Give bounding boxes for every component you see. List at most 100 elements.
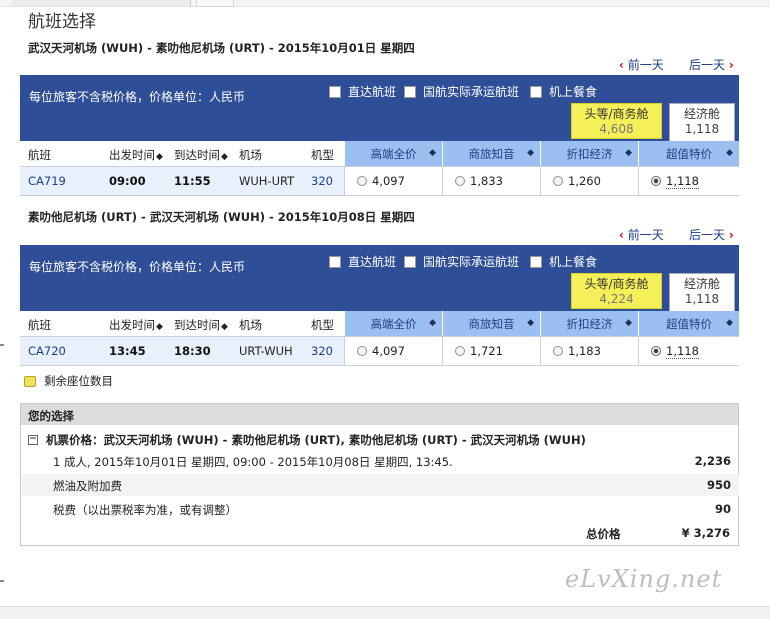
air-china-operated-checkbox[interactable]: 国航实际承运航班 (404, 253, 519, 270)
aircraft-type-link[interactable]: 320 (311, 344, 333, 358)
first-business-cabin-tab[interactable]: 头等/商务舱 4,224 (571, 273, 662, 309)
economy-cabin-tab[interactable]: 经济舱 1,118 (669, 103, 735, 141)
col-arrive-sort[interactable]: 到达时间◆ (174, 147, 228, 163)
col-depart-sort[interactable]: 出发时间◆ (109, 147, 163, 163)
fare-header-discount-economy[interactable]: 折扣经济 ◆ (540, 141, 638, 166)
chevron-right-icon: › (728, 228, 734, 242)
filter-bar: 每位旅客不含税价格，价格单位：人民币 直达航班 国航实际承运航班 机上餐食 头等… (20, 75, 739, 141)
seats-remaining-legend: 剩余座位数目 (24, 373, 113, 389)
col-arrive-sort[interactable]: 到达时间◆ (174, 317, 228, 333)
fare-option-premium-full[interactable]: 4,097 (344, 167, 442, 195)
fare-header-label: 商旅知音 (468, 316, 515, 331)
sort-icon: ◆ (221, 322, 228, 332)
cabin-label: 经济舱 (683, 107, 720, 121)
fare-header-label: 超值特价 (666, 146, 712, 161)
collapse-icon[interactable]: − (28, 435, 38, 445)
sort-icon: ◆ (527, 318, 534, 328)
fare-option-business-traveler[interactable]: 1,833 (442, 167, 540, 195)
fare-option-business-traveler[interactable]: 1,721 (442, 337, 540, 365)
col-arrive-label: 到达时间 (174, 148, 220, 162)
meal-checkbox[interactable]: 机上餐食 (530, 83, 597, 100)
fare-header-label: 商旅知音 (468, 146, 515, 161)
col-depart-label: 出发时间 (109, 318, 155, 332)
table-row: CA720 13:45 18:30 URT-WUH 320 4,097 1,72… (20, 337, 739, 366)
col-depart-label: 出发时间 (109, 148, 155, 162)
radio-icon (455, 176, 465, 186)
cabin-price: 4,608 (599, 122, 634, 136)
air-china-operated-checkbox[interactable]: 国航实际承运航班 (404, 83, 519, 100)
column-header-row: 航班 出发时间◆ 到达时间◆ 机场 机型 高端全价 ◆ 商旅知音 ◆ 折扣经济 ◆ 超… (20, 311, 739, 337)
fare-header-business-traveler[interactable]: 商旅知音 ◆ (442, 311, 540, 336)
radio-selected-icon (651, 176, 661, 186)
sort-icon: ◆ (726, 318, 733, 328)
cabin-price: 1,118 (684, 122, 720, 136)
fare-header-premium-full[interactable]: 高端全价 ◆ (344, 311, 442, 336)
sort-icon: ◆ (726, 148, 733, 158)
browser-tab-bar (0, 0, 770, 7)
browser-tab[interactable] (12, 0, 191, 6)
price-row-label: 1 成人, 2015年10月01日 星期四, 09:00 - 2015年10月0… (53, 455, 453, 469)
cabin-price: 4,224 (599, 292, 634, 306)
checkbox-icon (329, 255, 341, 268)
air-china-operated-label: 国航实际承运航班 (423, 255, 520, 269)
price-row-base-fare: 1 成人, 2015年10月01日 星期四, 09:00 - 2015年10月0… (22, 450, 739, 472)
flight-number-link[interactable]: CA719 (28, 174, 66, 188)
col-aircraft: 机型 (311, 148, 334, 162)
fare-header-super-saver[interactable]: 超值特价 ◆ (638, 141, 739, 166)
inbound-next-day-link[interactable]: 后一天 › (689, 226, 734, 243)
fare-header-premium-full[interactable]: 高端全价 ◆ (344, 141, 442, 166)
radio-selected-icon (651, 346, 661, 356)
selection-title: 您的选择 (28, 409, 74, 423)
outbound-flight-panel: 每位旅客不含税价格，价格单位：人民币 直达航班 国航实际承运航班 机上餐食 头等… (20, 75, 739, 196)
sort-icon: ◆ (429, 318, 436, 328)
price-row-taxes: 税费（以出票税率为准，或有调整） 90 (22, 498, 739, 520)
inbound-prev-day-link[interactable]: ‹ 前一天 (619, 226, 664, 243)
flight-number-link[interactable]: CA720 (28, 344, 66, 358)
direct-flight-checkbox[interactable]: 直达航班 (329, 253, 396, 270)
chevron-left-icon: ‹ (619, 228, 624, 242)
cabin-label: 头等/商务舱 (584, 277, 649, 291)
meal-label: 机上餐食 (549, 255, 598, 269)
new-tab-button[interactable] (196, 0, 234, 7)
col-depart-sort[interactable]: 出发时间◆ (109, 317, 163, 333)
total-price-value: ¥ 3,276 (681, 526, 730, 540)
fare-header-discount-economy[interactable]: 折扣经济 ◆ (540, 311, 638, 336)
col-flight: 航班 (28, 318, 51, 332)
meal-label: 机上餐食 (549, 85, 598, 99)
browser-status-bar (0, 606, 770, 619)
checkbox-icon (530, 255, 542, 268)
outbound-prev-day-link[interactable]: ‹ 前一天 (619, 56, 664, 73)
cabin-price: 1,118 (684, 292, 720, 306)
meal-checkbox[interactable]: 机上餐食 (530, 253, 597, 270)
price-note: 每位旅客不含税价格，价格单位：人民币 (29, 90, 246, 104)
fare-option-premium-full[interactable]: 4,097 (344, 337, 442, 365)
fare-option-discount-economy[interactable]: 1,260 (540, 167, 638, 195)
air-china-operated-label: 国航实际承运航班 (423, 85, 520, 99)
airport-code: URT-WUH (239, 344, 293, 358)
outbound-next-day-link[interactable]: 后一天 › (689, 56, 734, 73)
direct-flight-label: 直达航班 (348, 85, 397, 99)
price-row-label: 燃油及附加费 (53, 479, 122, 493)
arrive-time: 18:30 (174, 344, 211, 358)
fare-option-super-saver[interactable]: 1,118 (638, 337, 739, 365)
fare-option-discount-economy[interactable]: 1,183 (540, 337, 638, 365)
left-edge-mark (0, 580, 4, 582)
checkbox-icon (404, 255, 416, 268)
economy-cabin-tab[interactable]: 经济舱 1,118 (669, 273, 735, 311)
direct-flight-checkbox[interactable]: 直达航班 (329, 83, 396, 100)
aircraft-type-link[interactable]: 320 (311, 174, 333, 188)
sort-icon: ◆ (625, 148, 632, 158)
radio-icon (553, 346, 563, 356)
checkbox-icon (404, 85, 416, 98)
prev-day-label: 前一天 (627, 58, 664, 72)
direct-flight-label: 直达航班 (348, 255, 397, 269)
fare-header-super-saver[interactable]: 超值特价 ◆ (638, 311, 739, 336)
price-row-value: 2,236 (694, 454, 731, 468)
first-business-cabin-tab[interactable]: 头等/商务舱 4,608 (571, 103, 662, 139)
fare-header-business-traveler[interactable]: 商旅知音 ◆ (442, 141, 540, 166)
fare-option-super-saver[interactable]: 1,118 (638, 167, 739, 195)
sort-icon: ◆ (156, 152, 163, 162)
page-title: 航班选择 (28, 12, 96, 32)
sort-icon: ◆ (429, 148, 436, 158)
your-selection-panel: 您的选择 − 机票价格：武汉天河机场 (WUH) - 素叻他尼机场 (URT),… (20, 403, 739, 546)
